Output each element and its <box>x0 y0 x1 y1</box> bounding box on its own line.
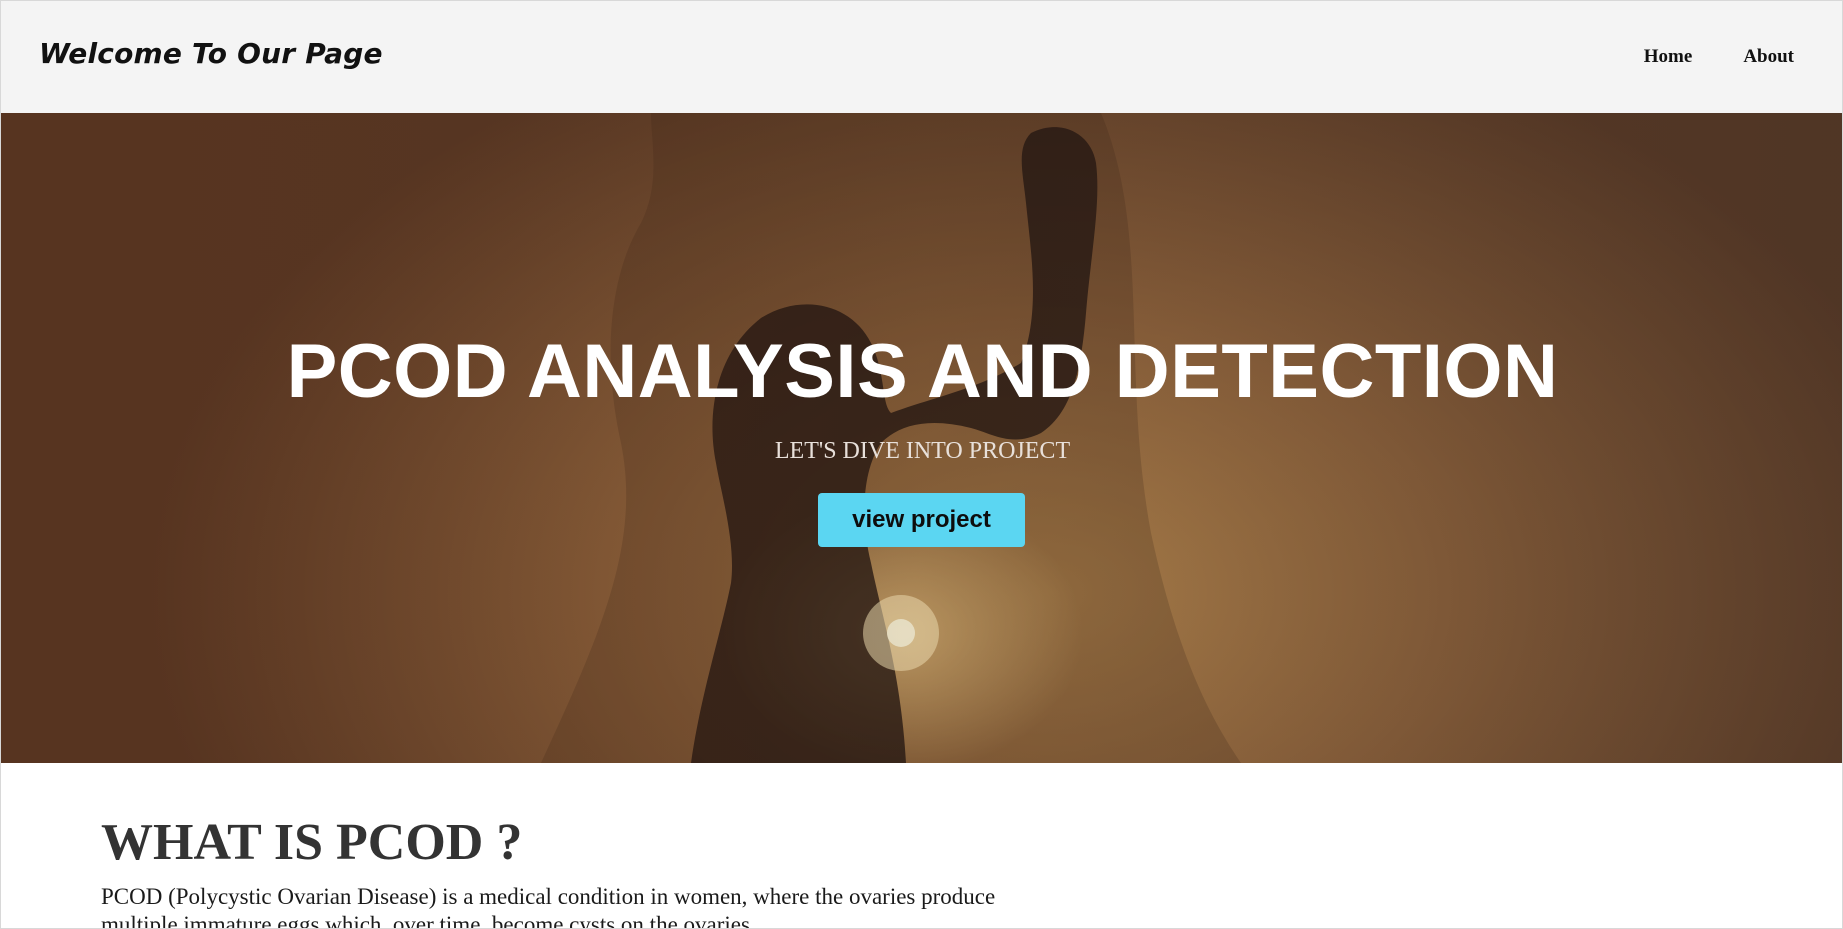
page: Welcome To Our Page Home About PCOD ANAL… <box>0 0 1843 929</box>
hero-title: PCOD ANALYSIS AND DETECTION <box>286 329 1559 414</box>
view-project-button[interactable]: view project <box>818 493 1025 547</box>
nav-link-home[interactable]: Home <box>1644 46 1693 68</box>
hero-banner: PCOD ANALYSIS AND DETECTION LET'S DIVE I… <box>1 113 1842 763</box>
section-description: PCOD (Polycystic Ovarian Disease) is a m… <box>101 884 996 929</box>
main-nav: Home About <box>1644 46 1794 68</box>
site-brand[interactable]: Welcome To Our Page <box>39 37 383 70</box>
nav-link-about[interactable]: About <box>1743 46 1794 68</box>
section-title-what-is-pcod: WHAT IS PCOD ? <box>101 814 523 871</box>
hero-subtitle: LET'S DIVE INTO PROJECT <box>774 438 1071 464</box>
top-navbar: Welcome To Our Page Home About <box>1 1 1842 113</box>
